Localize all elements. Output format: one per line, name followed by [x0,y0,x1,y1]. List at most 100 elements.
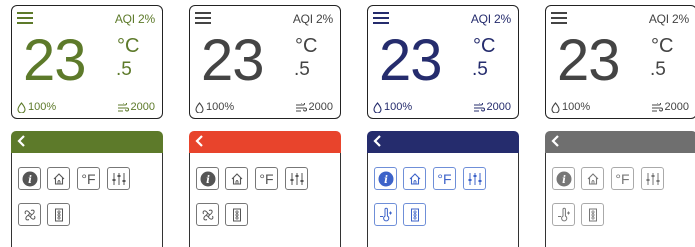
hamburger-menu-icon[interactable] [17,12,33,24]
fan-icon [202,209,213,220]
fahrenheit-button[interactable]: °F [433,167,456,190]
svg-text:i: i [28,175,32,186]
home-button[interactable] [403,167,426,190]
adjust-settings-button[interactable] [285,167,308,190]
aqi-value: AQI 2% [114,12,155,26]
fan-speed-readout: 2000 [295,101,333,113]
hamburger-menu-icon[interactable] [551,12,567,24]
settings-icon-grid: i °F [11,153,163,247]
fahrenheit-button[interactable]: °F [77,167,100,190]
sliders-icon [112,172,125,185]
thermometer-icon [557,207,570,221]
temperature-value: 23 [379,28,443,93]
thermostat-card: AQI 2% 23 °C .5 100% 2000 [189,5,341,119]
fan-speed-value: 2000 [130,101,155,113]
home-button[interactable] [47,167,70,190]
adjust-settings-button[interactable] [641,167,664,190]
filter-button[interactable] [403,203,426,226]
home-icon [587,172,598,185]
humidity-value: 100% [206,101,235,113]
info-button[interactable]: i [374,167,397,190]
humidity-readout: 100% [17,101,56,113]
temperature-unit: °C [473,35,496,57]
filter-icon [410,208,419,221]
aqi-value: AQI 2% [292,12,333,26]
home-button[interactable] [225,167,248,190]
back-chevron-icon[interactable] [549,132,563,150]
adjust-settings-button[interactable] [107,167,130,190]
humidity-drop-icon [551,101,560,113]
info-icon: i [378,171,393,186]
hamburger-menu-icon[interactable] [373,12,389,24]
temperature-value: 23 [557,28,621,93]
humidity-readout: 100% [551,101,590,113]
settings-icon-grid: i °F [367,153,519,247]
fan-speed-readout: 2000 [651,101,689,113]
thermostat-card: AQI 2% 23 °C .5 100% 2000 [545,5,695,119]
sliders-icon [646,172,659,185]
airflow-icon [651,102,663,111]
svg-text:i: i [206,175,210,186]
back-chevron-icon[interactable] [15,132,29,150]
filter-icon [588,208,597,221]
svg-text:i: i [562,175,566,186]
home-icon [231,172,242,185]
fahrenheit-button[interactable]: °F [611,167,634,190]
info-icon: i [556,171,571,186]
settings-icon-grid: i °F [189,153,341,247]
humidity-drop-icon [17,101,26,113]
settings-header-bar [11,131,163,153]
humidity-readout: 100% [373,101,412,113]
humidity-drop-icon [195,101,204,113]
settings-header-bar [189,131,341,153]
back-chevron-icon[interactable] [193,132,207,150]
info-icon: i [22,171,37,186]
filter-button[interactable] [225,203,248,226]
humidity-drop-icon [373,101,382,113]
temperature-unit: °C [117,35,140,57]
aqi-value: AQI 2% [648,12,689,26]
thermometer-button[interactable] [552,203,575,226]
temperature-decimal: .5 [294,59,310,80]
sliders-icon [468,172,481,185]
info-button[interactable]: i [18,167,41,190]
home-icon [409,172,420,185]
temperature-unit: °C [295,35,318,57]
home-icon [53,172,64,185]
fan-speed-readout: 2000 [117,101,155,113]
home-button[interactable] [581,167,604,190]
fahrenheit-button[interactable]: °F [255,167,278,190]
humidity-value: 100% [28,101,57,113]
fan-button[interactable] [18,203,41,226]
temperature-value: 23 [201,28,265,93]
fan-speed-value: 2000 [308,101,333,113]
temperature-decimal: .5 [472,59,488,80]
airflow-icon [473,102,485,111]
settings-header-bar [367,131,519,153]
back-chevron-icon[interactable] [371,132,385,150]
settings-icon-grid: i °F [545,153,695,247]
fan-speed-value: 2000 [486,101,511,113]
info-button[interactable]: i [196,167,219,190]
thermometer-icon [379,207,392,221]
thermometer-button[interactable] [374,203,397,226]
humidity-value: 100% [384,101,413,113]
filter-icon [232,208,241,221]
filter-button[interactable] [581,203,604,226]
humidity-readout: 100% [195,101,234,113]
humidity-value: 100% [562,101,591,113]
info-button[interactable]: i [552,167,575,190]
hamburger-menu-icon[interactable] [195,12,211,24]
filter-icon [54,208,63,221]
svg-text:i: i [384,175,388,186]
info-icon: i [200,171,215,186]
sliders-icon [290,172,303,185]
temperature-decimal: .5 [116,59,132,80]
fan-button[interactable] [196,203,219,226]
adjust-settings-button[interactable] [463,167,486,190]
aqi-value: AQI 2% [470,12,511,26]
settings-header-bar [545,131,695,153]
thermostat-card: AQI 2% 23 °C .5 100% 2000 [11,5,163,119]
filter-button[interactable] [47,203,70,226]
fan-icon [24,209,35,220]
